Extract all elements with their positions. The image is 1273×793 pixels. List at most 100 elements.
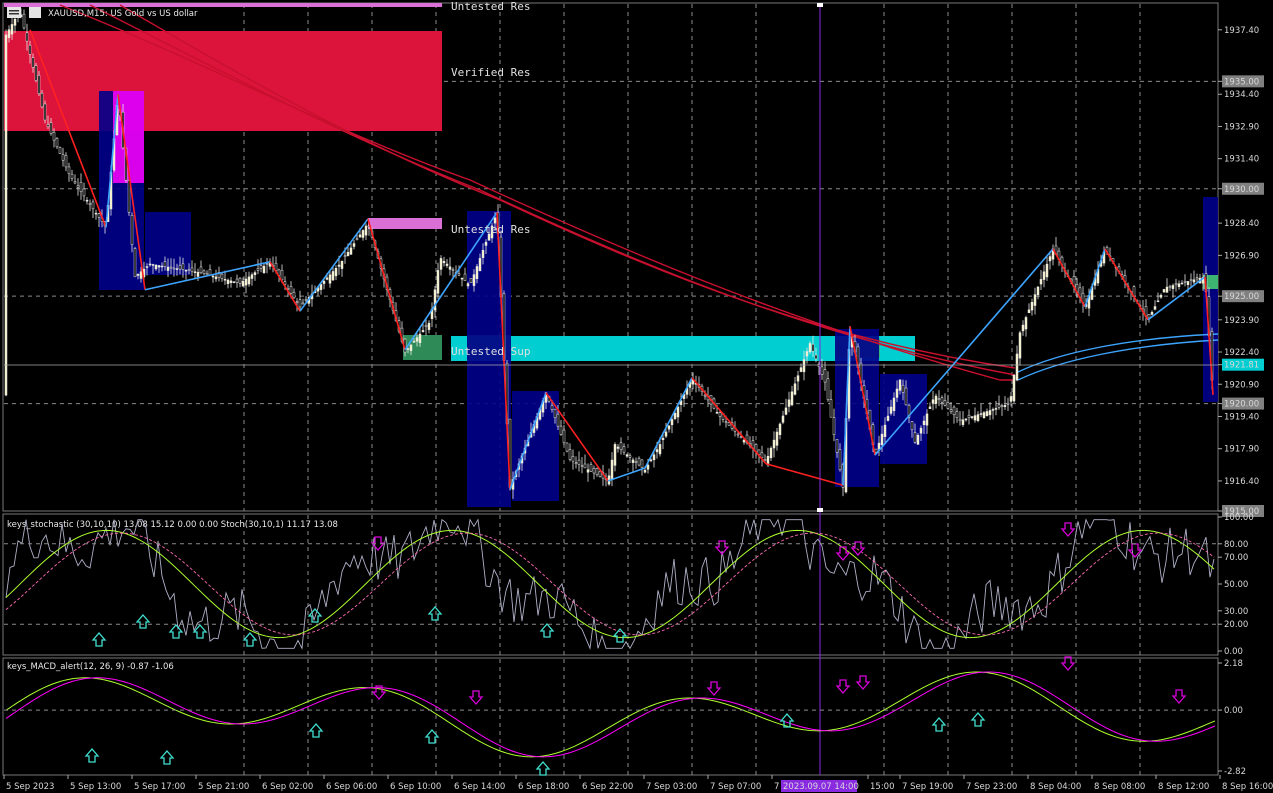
candle-body (640, 459, 644, 468)
candle-body (784, 407, 788, 415)
candle-body (130, 215, 134, 245)
verified-res-zone (4, 31, 442, 131)
price-tick-label: 1934.40 (1224, 90, 1259, 100)
candle-body (73, 181, 77, 184)
time-label: 8 Sep 12:00 (1158, 782, 1209, 792)
candle-body (877, 442, 881, 450)
candle-body (463, 273, 467, 282)
candle-body (361, 230, 365, 238)
candle-body (973, 415, 977, 421)
candle-body (424, 325, 428, 328)
price-tick-label: 1921.81 (1224, 361, 1259, 371)
candle-body (994, 408, 998, 410)
candle-body (292, 291, 296, 299)
crosshair-handle-top[interactable] (817, 3, 823, 7)
verified-res-label: Verified Res (451, 66, 530, 79)
candle-body (151, 264, 155, 266)
untested-sup-label: Untested Sup (451, 345, 530, 358)
candle-body (952, 406, 956, 415)
price-tick-label: 1931.40 (1224, 155, 1259, 165)
menu-icon[interactable] (7, 7, 21, 18)
candle-body (160, 265, 164, 268)
candle-body (970, 416, 974, 418)
candle-body (943, 400, 947, 406)
window-icon[interactable] (29, 7, 41, 18)
candle-body (205, 273, 209, 275)
candle-body (613, 444, 617, 466)
candle-body (364, 225, 368, 236)
candle-body (727, 422, 731, 426)
mt4-chart[interactable]: Untested Res Verified Res Untested Res U… (0, 0, 1273, 793)
candle-body (250, 274, 254, 279)
candle-body (127, 180, 131, 213)
time-label: 7 (774, 782, 779, 792)
time-label: 8 Sep 16:00 (1222, 782, 1273, 792)
candle-body (1036, 286, 1040, 296)
candle-body (1168, 285, 1172, 288)
candle-body (82, 188, 86, 197)
price-tick-label: 1930.00 (1224, 185, 1259, 195)
candle-body (415, 337, 419, 342)
candle-body (358, 234, 362, 238)
price-tick-label: 1922.40 (1224, 348, 1259, 358)
candle-body (265, 263, 269, 265)
time-label: 7 Sep 23:00 (966, 782, 1017, 792)
untested-res-top-label: Untested Res (451, 0, 530, 13)
candle-body (667, 425, 671, 430)
candle-body (259, 265, 263, 269)
candle-body (724, 421, 728, 423)
candle-body (670, 419, 674, 426)
candle-body (664, 431, 668, 437)
candle-body (460, 277, 464, 280)
time-label: 15:00 (870, 782, 895, 792)
candle-body (583, 463, 587, 469)
candle-body (262, 265, 266, 273)
candle-body (298, 299, 302, 308)
candle-body (1024, 317, 1028, 330)
candle-body (10, 24, 14, 35)
candle-body (958, 418, 962, 422)
candle-body (475, 266, 479, 279)
candle-body (1162, 289, 1166, 293)
macd-label: keys_MACD_alert(12, 26, 9) -0.87 -1.06 (7, 662, 174, 672)
candle-body (1003, 405, 1007, 407)
candle-body (76, 185, 80, 188)
candle-body (334, 267, 338, 277)
candle-body (244, 278, 248, 286)
stoch-tick-label: 80.00 (1224, 540, 1248, 550)
candle-body (325, 277, 329, 280)
candle-body (772, 439, 776, 449)
candle-body (961, 419, 965, 425)
candle-body (145, 266, 149, 268)
candle-body (649, 459, 653, 462)
candle-body (85, 199, 89, 202)
candle-body (904, 387, 908, 406)
candle-body (340, 260, 344, 269)
candle-body (793, 383, 797, 395)
candle-body (1015, 353, 1019, 381)
chart-title: XAUUSD,M15: US Gold vs US dollar (7, 7, 198, 19)
candle-body (1012, 374, 1016, 402)
candle-body (595, 468, 599, 475)
price-axis[interactable]: 1937.40 1935.00 1934.40 1932.90 1931.40 1930.… (1218, 26, 1264, 517)
candle-body (610, 459, 614, 480)
candle-body (883, 424, 887, 437)
candle-body (931, 399, 935, 404)
time-label: 7 Sep 07:00 (710, 782, 761, 792)
candle-body (1147, 314, 1151, 319)
candle-body (136, 274, 140, 276)
candle-body (169, 266, 173, 269)
candle-body (643, 469, 647, 473)
candle-body (742, 439, 746, 443)
candle-body (586, 469, 590, 473)
candle-body (28, 44, 32, 55)
candle-body (1045, 263, 1049, 278)
time-label: 8 Sep 04:00 (1030, 782, 1081, 792)
candle-body (781, 415, 785, 423)
candle-body (1195, 277, 1199, 280)
symbol-title: XAUUSD,M15: US Gold vs US dollar (48, 9, 198, 19)
candle-body (355, 238, 359, 240)
crosshair-handle-bottom[interactable] (817, 508, 823, 512)
candle-body (880, 433, 884, 445)
candle-body (1027, 309, 1031, 314)
